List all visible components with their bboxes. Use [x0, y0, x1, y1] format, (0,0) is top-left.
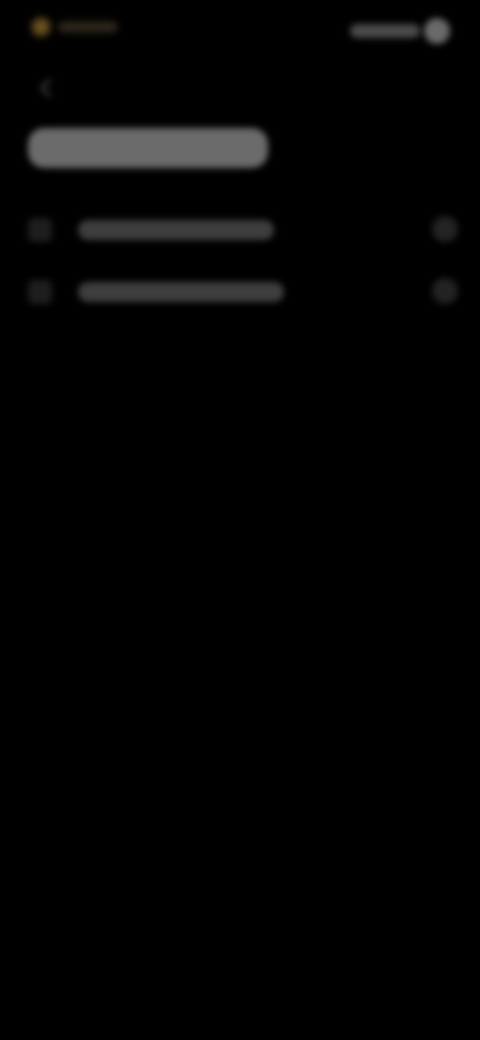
battery-icon [424, 18, 450, 44]
status-indicator-icon [30, 16, 52, 38]
back-arrow-icon [40, 78, 51, 98]
settings-row-icon [28, 218, 52, 242]
status-left-text [58, 21, 118, 33]
settings-row[interactable] [20, 270, 470, 314]
screen [0, 0, 480, 1040]
page-title [28, 128, 268, 168]
toggle-icon[interactable] [432, 278, 458, 304]
status-right-text [350, 24, 420, 38]
back-button[interactable] [28, 70, 64, 106]
status-right-group [350, 18, 450, 44]
toggle-icon[interactable] [432, 216, 458, 242]
settings-row-label [78, 282, 284, 302]
settings-row-icon [28, 280, 52, 304]
settings-row-label [78, 220, 274, 240]
status-bar [0, 0, 480, 60]
status-left-group [30, 16, 118, 38]
settings-row[interactable] [20, 208, 470, 252]
